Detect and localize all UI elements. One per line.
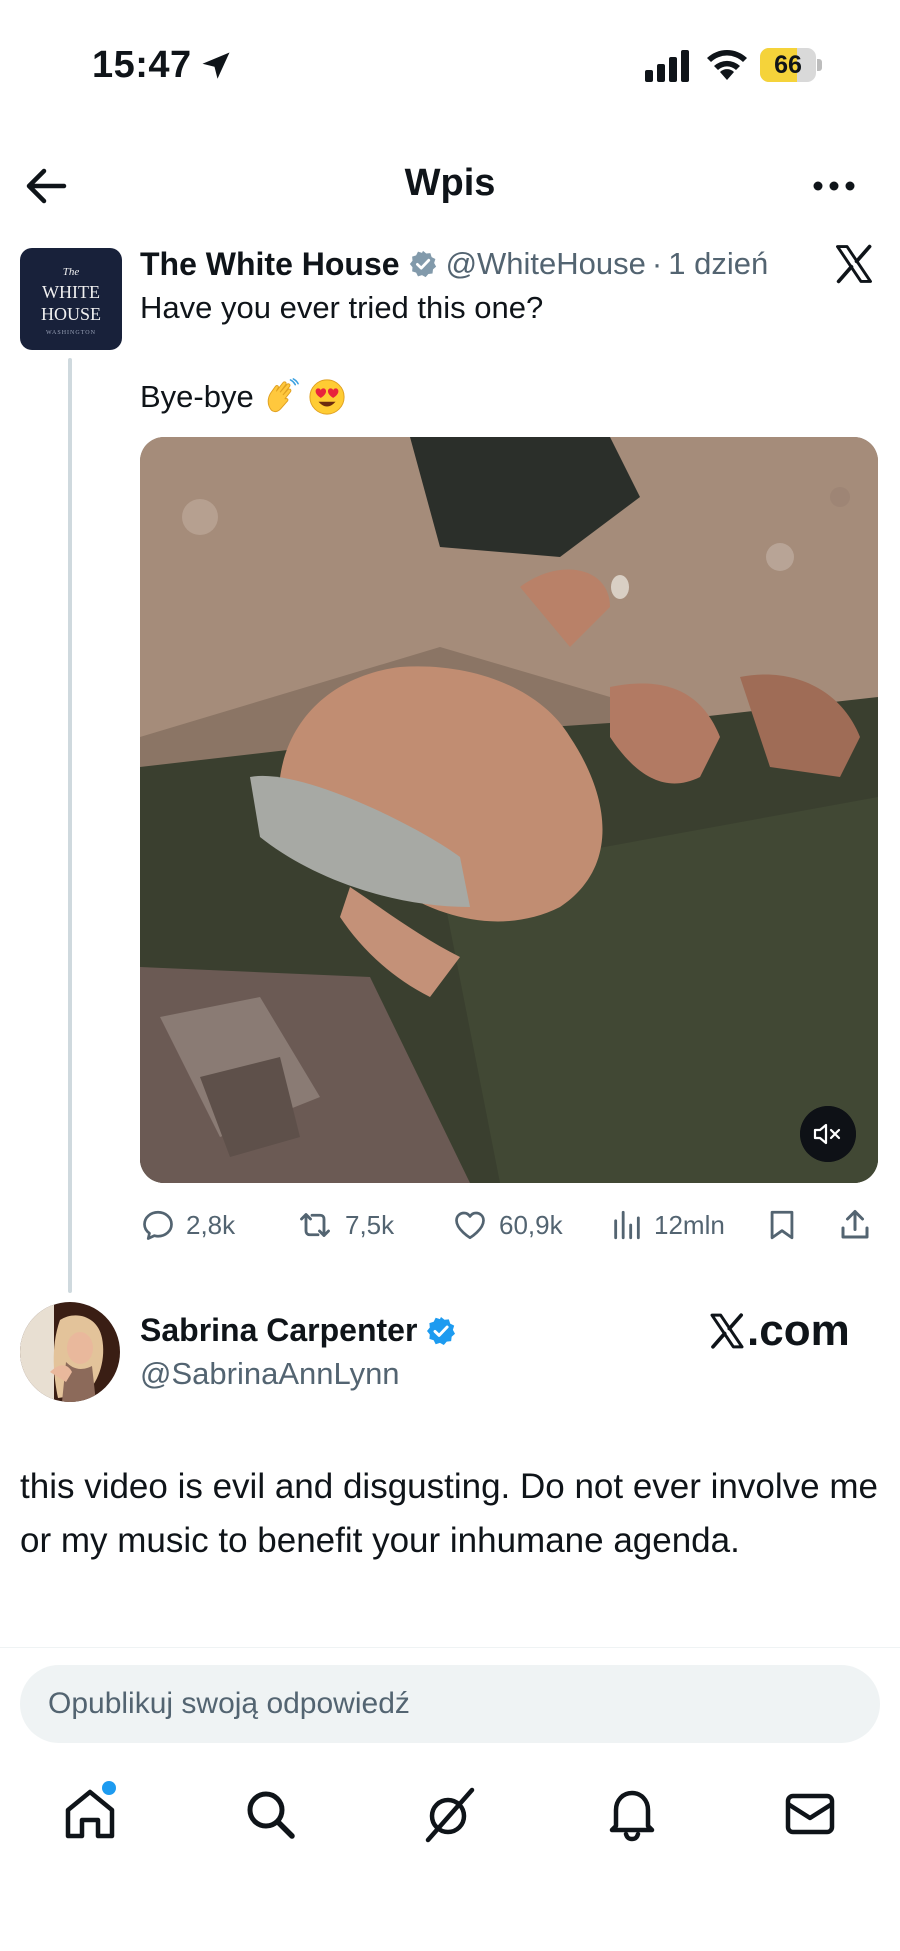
author-name[interactable]: The White House bbox=[140, 246, 400, 283]
analytics-icon bbox=[614, 1210, 640, 1240]
share-action[interactable] bbox=[837, 1200, 883, 1250]
tweet-text-line-2: Bye-bye bbox=[140, 378, 346, 416]
avatar-logo-text: WASHINGTON bbox=[46, 330, 96, 336]
wifi-icon bbox=[707, 50, 747, 80]
avatar-logo-text: The bbox=[62, 266, 80, 278]
search-icon[interactable] bbox=[238, 1782, 302, 1846]
x-logo-icon bbox=[710, 1313, 744, 1349]
repost-icon bbox=[300, 1213, 330, 1237]
post-time: 1 dzień bbox=[668, 246, 769, 281]
like-action[interactable]: 60,9k bbox=[451, 1200, 563, 1250]
sabrina-avatar[interactable] bbox=[20, 1302, 120, 1402]
battery-level-text: 66 bbox=[774, 51, 802, 79]
divider bbox=[0, 1647, 900, 1648]
bookmark-action[interactable] bbox=[765, 1200, 809, 1250]
tweet-text-line: Have you ever tried this one? bbox=[140, 290, 544, 325]
page-title: Wpis bbox=[404, 162, 496, 204]
heart-icon bbox=[455, 1211, 485, 1240]
messages-icon[interactable] bbox=[778, 1782, 842, 1846]
reply-text: this video is evil and disgusting. Do no… bbox=[20, 1467, 878, 1560]
repost-action[interactable]: 7,5k bbox=[295, 1200, 394, 1250]
separator-dot: · bbox=[651, 246, 663, 281]
battery-indicator: 66 bbox=[760, 48, 822, 82]
share-icon bbox=[841, 1210, 869, 1239]
verified-government-badge-icon bbox=[409, 250, 436, 278]
x-logo-icon bbox=[836, 244, 872, 284]
location-arrow-icon bbox=[202, 52, 230, 79]
x-com-label: .com bbox=[747, 1306, 850, 1355]
notification-dot bbox=[102, 1781, 116, 1795]
verified-badge-icon bbox=[427, 1316, 456, 1345]
views-action[interactable]: 12mln bbox=[610, 1200, 725, 1250]
tweet-author-row: The White House @WhiteHouse · 1 dzień bbox=[140, 244, 768, 284]
reply-author-handle[interactable]: @SabrinaAnnLynn bbox=[140, 1356, 400, 1392]
reply-action[interactable]: 2,8k bbox=[140, 1200, 235, 1250]
thread-line bbox=[68, 358, 72, 1293]
reply-author-name[interactable]: Sabrina Carpenter bbox=[140, 1312, 417, 1349]
more-options-icon[interactable] bbox=[808, 166, 860, 206]
avatar-logo-text: HOUSE bbox=[40, 304, 101, 324]
views-count: 12mln bbox=[654, 1209, 725, 1240]
waving-hand-emoji-icon bbox=[267, 378, 299, 413]
grok-icon[interactable] bbox=[418, 1782, 482, 1846]
heart-eyes-emoji-icon bbox=[309, 379, 345, 415]
reply-count: 2,8k bbox=[186, 1209, 236, 1240]
tweet-actions-bar: 2,8k 7,5k 60,9k 12mln bbox=[140, 1200, 880, 1250]
notifications-icon[interactable] bbox=[600, 1782, 664, 1846]
reply-input-placeholder: Opublikuj swoją odpowiedź bbox=[48, 1687, 410, 1720]
reply-author-row: Sabrina Carpenter bbox=[140, 1312, 457, 1349]
cellular-signal-icon bbox=[645, 50, 689, 82]
like-count: 60,9k bbox=[499, 1209, 563, 1240]
tweet-video[interactable] bbox=[140, 437, 878, 1183]
white-house-avatar[interactable]: The WHITE HOUSE WASHINGTON bbox=[20, 248, 122, 350]
author-handle[interactable]: @WhiteHouse bbox=[446, 246, 646, 282]
reply-input[interactable]: Opublikuj swoją odpowiedź bbox=[20, 1665, 880, 1743]
mute-toggle-icon[interactable] bbox=[800, 1106, 856, 1162]
reply-icon bbox=[143, 1210, 173, 1240]
bookmark-icon bbox=[770, 1210, 794, 1240]
x-com-watermark: .com bbox=[707, 1306, 850, 1356]
repost-count: 7,5k bbox=[345, 1209, 395, 1240]
tweet-text: Bye-bye bbox=[140, 379, 254, 414]
avatar-logo-text: WHITE bbox=[42, 282, 100, 302]
status-time: 15:47 bbox=[92, 44, 192, 86]
